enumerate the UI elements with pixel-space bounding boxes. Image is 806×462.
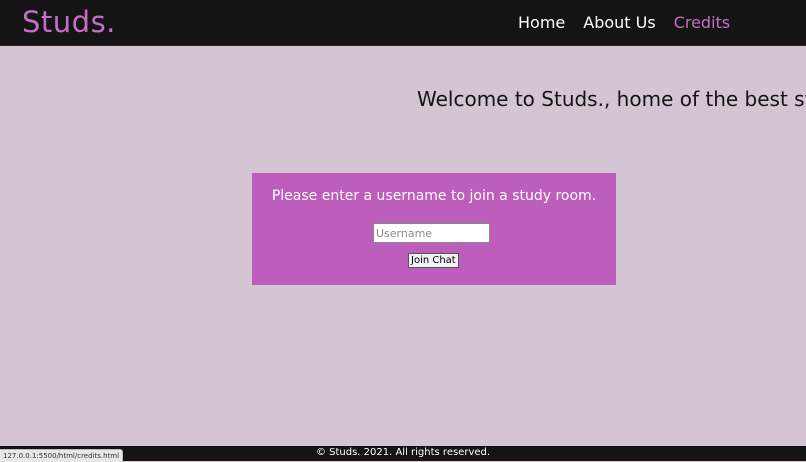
nav-link-home[interactable]: Home xyxy=(518,13,565,33)
nav-link-credits[interactable]: Credits xyxy=(674,13,730,33)
username-input[interactable] xyxy=(373,223,490,243)
nav-links: Home About Us Credits xyxy=(518,13,730,33)
join-prompt: Please enter a username to join a study … xyxy=(271,188,597,204)
nav-link-about-us[interactable]: About Us xyxy=(583,13,655,33)
status-bar-url: 127.0.0.1:5500/html/credits.html xyxy=(0,449,124,462)
brand-logo[interactable]: Studs. xyxy=(22,3,116,41)
welcome-marquee: Welcome to Studs., home of the best st xyxy=(417,87,806,111)
join-chat-button[interactable]: Join Chat xyxy=(408,253,459,268)
join-chat-panel: Please enter a username to join a study … xyxy=(252,173,616,285)
navbar: Studs. Home About Us Credits xyxy=(0,0,806,46)
